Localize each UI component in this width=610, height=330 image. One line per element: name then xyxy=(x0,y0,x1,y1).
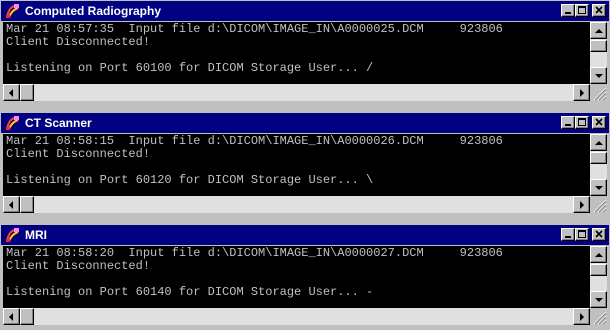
title-bar[interactable]: CT Scanner xyxy=(1,113,609,133)
maximize-button[interactable] xyxy=(575,228,589,241)
close-button[interactable] xyxy=(592,228,606,241)
horizontal-scrollbar[interactable] xyxy=(3,308,590,325)
dicom-app-icon xyxy=(5,115,21,131)
scroll-up-button[interactable] xyxy=(590,22,607,39)
vertical-scrollbar[interactable] xyxy=(590,22,607,84)
window-title: CT Scanner xyxy=(25,116,92,130)
console-window[interactable]: MRI Mar 21 08:58:20 Input file d:\DICOM\… xyxy=(0,224,610,330)
scroll-left-button[interactable] xyxy=(3,84,20,101)
vertical-scroll-thumb[interactable] xyxy=(590,40,607,52)
minimize-button[interactable] xyxy=(561,116,575,129)
resize-grip[interactable] xyxy=(590,84,607,101)
vertical-scroll-thumb[interactable] xyxy=(590,264,607,276)
close-icon xyxy=(595,118,603,126)
scroll-right-button[interactable] xyxy=(573,308,590,325)
close-icon xyxy=(595,230,603,238)
maximize-icon xyxy=(578,6,586,14)
dicom-app-icon xyxy=(5,3,21,19)
vertical-scroll-thumb[interactable] xyxy=(590,152,607,164)
scroll-right-button[interactable] xyxy=(573,84,590,101)
scroll-down-button[interactable] xyxy=(590,179,607,196)
scroll-down-button[interactable] xyxy=(590,291,607,308)
horizontal-scrollbar[interactable] xyxy=(3,196,590,213)
scroll-down-button[interactable] xyxy=(590,67,607,84)
minimize-icon xyxy=(565,236,571,238)
resize-grip[interactable] xyxy=(590,196,607,213)
vertical-scrollbar[interactable] xyxy=(590,134,607,196)
minimize-icon xyxy=(565,124,571,126)
console-line: Client Disconnected! xyxy=(6,35,151,49)
close-icon xyxy=(595,6,603,14)
window-title: Computed Radiography xyxy=(25,4,162,18)
scroll-left-button[interactable] xyxy=(3,196,20,213)
maximize-icon xyxy=(578,230,586,238)
minimize-icon xyxy=(565,12,571,14)
console-line: Listening on Port 60100 for DICOM Storag… xyxy=(6,61,374,75)
console-output[interactable]: Mar 21 08:57:35 Input file d:\DICOM\IMAG… xyxy=(3,22,590,84)
console-line: Client Disconnected! xyxy=(6,259,151,273)
console-window[interactable]: CT Scanner Mar 21 08:58:15 Input file d:… xyxy=(0,112,610,218)
horizontal-scroll-thumb[interactable] xyxy=(20,196,34,213)
title-bar[interactable]: MRI xyxy=(1,225,609,245)
scroll-right-button[interactable] xyxy=(573,196,590,213)
console-window[interactable]: Computed Radiography Mar 21 08:57:35 Inp… xyxy=(0,0,610,106)
horizontal-scroll-thumb[interactable] xyxy=(20,84,34,101)
console-output[interactable]: Mar 21 08:58:20 Input file d:\DICOM\IMAG… xyxy=(3,246,590,308)
scroll-up-button[interactable] xyxy=(590,246,607,263)
horizontal-scroll-thumb[interactable] xyxy=(20,308,34,325)
maximize-button[interactable] xyxy=(575,4,589,17)
window-title: MRI xyxy=(25,228,47,242)
minimize-button[interactable] xyxy=(561,228,575,241)
title-bar[interactable]: Computed Radiography xyxy=(1,1,609,21)
console-line: Listening on Port 60120 for DICOM Storag… xyxy=(6,173,374,187)
dicom-app-icon xyxy=(5,227,21,243)
close-button[interactable] xyxy=(592,4,606,17)
maximize-icon xyxy=(578,118,586,126)
close-button[interactable] xyxy=(592,116,606,129)
resize-grip[interactable] xyxy=(590,308,607,325)
minimize-button[interactable] xyxy=(561,4,575,17)
scroll-up-button[interactable] xyxy=(590,134,607,151)
console-line: Listening on Port 60140 for DICOM Storag… xyxy=(6,285,374,299)
horizontal-scrollbar[interactable] xyxy=(3,84,590,101)
maximize-button[interactable] xyxy=(575,116,589,129)
console-output[interactable]: Mar 21 08:58:15 Input file d:\DICOM\IMAG… xyxy=(3,134,590,196)
scroll-left-button[interactable] xyxy=(3,308,20,325)
console-line: Client Disconnected! xyxy=(6,147,151,161)
vertical-scrollbar[interactable] xyxy=(590,246,607,308)
